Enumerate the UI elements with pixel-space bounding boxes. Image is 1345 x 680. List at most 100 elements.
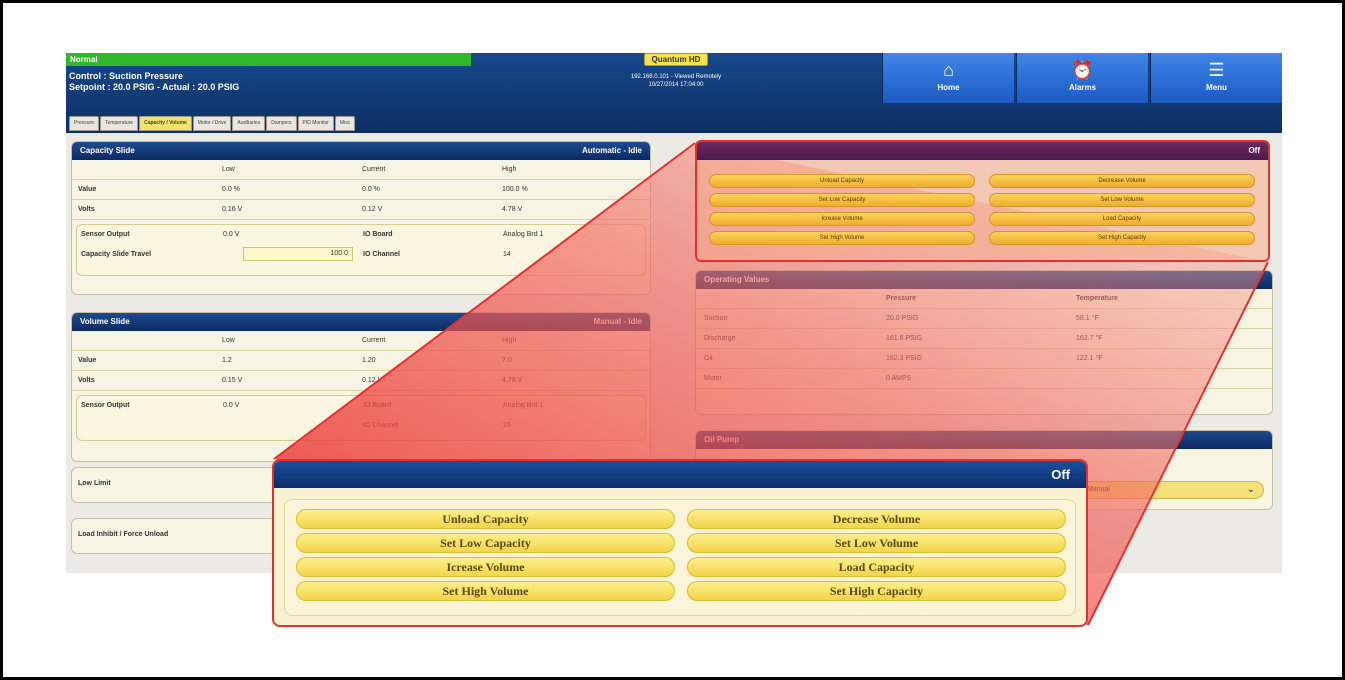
capacity-slide-mode: Automatic - Idle bbox=[581, 146, 642, 155]
alarms-button[interactable]: ⏰ Alarms bbox=[1016, 53, 1148, 103]
volume-slide-mode: Manual - Idle bbox=[593, 317, 642, 326]
ov-row-oil: Oil 162.3 PSIG 122.1 °F bbox=[696, 349, 1272, 369]
sensor-row: Sensor Output 0.0 V IO Board Analog Brd … bbox=[77, 396, 645, 416]
io-board-label: IO Board bbox=[363, 231, 393, 238]
set-high-capacity-button[interactable]: Set High Capacity bbox=[687, 581, 1066, 601]
capacity-volts-row: Volts 0.16 V 0.12 V 4.78 V bbox=[72, 200, 650, 220]
status-bar: Normal bbox=[66, 53, 471, 66]
menu-icon: ☰ bbox=[1208, 60, 1225, 80]
row-temperature: 162.7 °F bbox=[1076, 335, 1103, 342]
col-low: Low bbox=[222, 166, 235, 173]
increase-volume-button[interactable]: Icrease Volume bbox=[296, 557, 675, 577]
small-increase-volume-button[interactable]: Icrease Volume bbox=[709, 212, 975, 226]
io-board-label: IO Board bbox=[363, 402, 392, 409]
oil-pump-header: Oil Pump bbox=[696, 431, 1272, 449]
volume-value-row: Value 1.2 1.20 7.0 bbox=[72, 351, 650, 371]
load-capacity-button[interactable]: Load Capacity bbox=[687, 557, 1066, 577]
value-current: 0.0 % bbox=[362, 186, 380, 193]
small-set-high-volume-button[interactable]: Set High Volume bbox=[709, 231, 975, 245]
value-low: 1.2 bbox=[222, 357, 232, 364]
small-unload-capacity-button[interactable]: Unload Capacity bbox=[709, 174, 975, 188]
capacity-columns: Low Current High bbox=[72, 160, 650, 180]
small-set-low-volume-button[interactable]: Set Low Volume bbox=[989, 193, 1255, 207]
remote-info: 192.168.0.101 - Viewed Remotely 10/27/20… bbox=[586, 73, 766, 89]
row-temperature: 122.1 °F bbox=[1076, 355, 1103, 362]
home-icon: ⌂ bbox=[943, 60, 954, 80]
operating-values-header: Operating Values bbox=[696, 271, 1272, 289]
row-label: Suction bbox=[704, 315, 728, 322]
sensor-output-value: 0.0 V bbox=[223, 231, 240, 238]
operating-values-title: Operating Values bbox=[704, 275, 770, 284]
col-high: High bbox=[502, 166, 517, 173]
tab-motor-drive[interactable]: Motor / Drive bbox=[192, 116, 232, 131]
value-current: 1.20 bbox=[362, 357, 376, 364]
tab-dampers[interactable]: Dampers bbox=[266, 116, 297, 131]
small-load-capacity-button[interactable]: Load Capacity bbox=[989, 212, 1255, 226]
travel-label: Capacity Slide Travel bbox=[81, 251, 152, 258]
small-set-high-capacity-button[interactable]: Set High Capacity bbox=[989, 231, 1255, 245]
remote-timestamp: 10/27/2014 17:04:00 bbox=[648, 82, 704, 88]
oil-pump-select[interactable]: Manual ⌄ bbox=[1076, 481, 1264, 499]
zoom-button-group: Unload Capacity Decrease Volume Set Low … bbox=[284, 499, 1076, 616]
sensor-output-label: Sensor Output bbox=[81, 231, 130, 238]
tab-bar: Pressure Temperature Capacity / Volume M… bbox=[69, 116, 356, 131]
volts-current: 0.12 V bbox=[362, 377, 383, 384]
zoom-panel-header: Off bbox=[274, 461, 1086, 488]
home-label: Home bbox=[937, 83, 960, 92]
io-board-value: Analog Brd 1 bbox=[503, 231, 544, 238]
value-low: 0.0 % bbox=[222, 186, 240, 193]
small-set-low-capacity-button[interactable]: Set Low Capacity bbox=[709, 193, 975, 207]
set-high-volume-button[interactable]: Set High Volume bbox=[296, 581, 675, 601]
row-label: Motor bbox=[704, 375, 722, 382]
tab-misc[interactable]: Misc bbox=[334, 116, 356, 131]
remote-address: 192.168.0.101 - Viewed Remotely bbox=[630, 74, 722, 80]
capacity-control-zoom: Off Unload Capacity Decrease Volume Set … bbox=[272, 459, 1088, 627]
chevron-down-icon: ⌄ bbox=[1246, 484, 1255, 495]
tab-temperature[interactable]: Temperature bbox=[100, 116, 139, 131]
ov-columns: Pressure Temperature bbox=[696, 289, 1272, 309]
capacity-slide-header: Capacity Slide Automatic - Idle bbox=[72, 142, 650, 160]
volume-slide-title: Volume Slide bbox=[80, 317, 130, 326]
volts-label: Volts bbox=[78, 377, 95, 384]
tab-pressure[interactable]: Pressure bbox=[69, 116, 100, 131]
menu-button[interactable]: ☰ Menu bbox=[1150, 53, 1282, 103]
travel-row: Capacity Slide Travel 100.0 IO Channel 1… bbox=[77, 245, 645, 265]
capacity-slide-title: Capacity Slide bbox=[80, 146, 135, 155]
tab-auxiliaries[interactable]: Auxiliaries bbox=[232, 116, 266, 131]
col-low: Low bbox=[222, 337, 235, 344]
row-pressure: 0 AMPS bbox=[886, 375, 912, 382]
decrease-volume-button[interactable]: Decrease Volume bbox=[687, 509, 1066, 529]
value-high: 7.0 bbox=[502, 357, 512, 364]
volts-high: 4.78 V bbox=[502, 206, 523, 213]
small-decrease-volume-button[interactable]: Decrease Volume bbox=[989, 174, 1255, 188]
row-label: Discharge bbox=[704, 335, 736, 342]
col-temperature: Temperature bbox=[1076, 295, 1118, 302]
travel-input[interactable]: 100.0 bbox=[243, 247, 353, 261]
set-low-volume-button[interactable]: Set Low Volume bbox=[687, 533, 1066, 553]
row-temperature: 58.1 °F bbox=[1076, 315, 1099, 322]
volume-sensor-box: Sensor Output 0.0 V IO Board Analog Brd … bbox=[76, 395, 646, 441]
volts-low: 0.15 V bbox=[222, 377, 243, 384]
app-header: Normal Control : Suction Pressure Setpoi… bbox=[66, 53, 1282, 133]
product-title: Quantum HD bbox=[644, 53, 708, 66]
unload-capacity-button[interactable]: Unload Capacity bbox=[296, 509, 675, 529]
col-pressure: Pressure bbox=[886, 295, 916, 302]
operating-values-panel: Operating Values Pressure Temperature Su… bbox=[695, 270, 1273, 415]
capacity-sensor-box: Sensor Output 0.0 V IO Board Analog Brd … bbox=[76, 224, 646, 276]
set-low-capacity-button[interactable]: Set Low Capacity bbox=[296, 533, 675, 553]
ov-row-motor: Motor 0 AMPS bbox=[696, 369, 1272, 389]
sensor-output-value: 0.0 V bbox=[223, 402, 240, 409]
io-channel-value: 14 bbox=[503, 251, 511, 258]
capacity-slide-panel: Capacity Slide Automatic - Idle Low Curr… bbox=[71, 141, 651, 295]
channel-row: IO Channel 15 bbox=[77, 416, 645, 436]
volts-current: 0.12 V bbox=[362, 206, 383, 213]
io-channel-value: 15 bbox=[503, 422, 511, 429]
tab-capacity-volume[interactable]: Capacity / Volume bbox=[139, 116, 192, 131]
tab-pid-monitor[interactable]: PID Monitor bbox=[297, 116, 334, 131]
row-label: Oil bbox=[704, 355, 713, 362]
io-channel-label: IO Channel bbox=[363, 422, 399, 429]
volts-low: 0.16 V bbox=[222, 206, 243, 213]
home-button[interactable]: ⌂ Home bbox=[882, 53, 1014, 103]
small-panel-header: Off bbox=[697, 142, 1268, 160]
setpoint-readout: Setpoint : 20.0 PSIG - Actual : 20.0 PSI… bbox=[69, 82, 240, 92]
